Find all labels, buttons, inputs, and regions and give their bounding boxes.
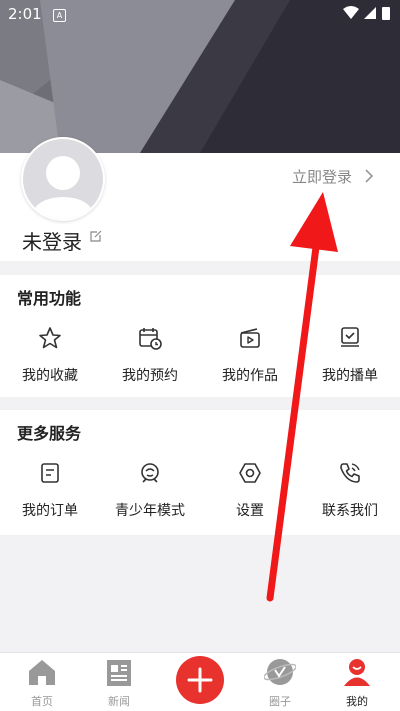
grid-item-label: 我的作品 [222, 368, 278, 384]
contact-us-item[interactable]: 联系我们 [300, 460, 400, 520]
signal-icon [364, 7, 376, 19]
my-orders-item[interactable]: 我的订单 [0, 460, 100, 520]
star-icon [0, 325, 100, 351]
video-clip-icon [200, 325, 300, 351]
grid-item-label: 我的预约 [122, 368, 178, 384]
common-functions-section: 常用功能 我的收藏 我的预约 我的作品 我的播单 [0, 275, 400, 397]
tab-mine[interactable]: 我的 [327, 657, 387, 709]
section-title: 更多服务 [17, 424, 82, 443]
settings-item[interactable]: 设置 [200, 460, 300, 520]
tab-label: 圈子 [269, 695, 291, 708]
grid-item-label: 联系我们 [322, 503, 378, 519]
system-icons [342, 5, 392, 25]
wifi-icon [343, 6, 359, 19]
order-icon [0, 460, 100, 486]
profile-icon [344, 659, 370, 686]
default-avatar-icon [23, 139, 103, 219]
tab-home[interactable]: 首页 [12, 657, 72, 709]
grid-item-label: 设置 [236, 503, 264, 519]
status-time: 2:01 [8, 5, 42, 23]
login-status-name[interactable]: 未登录 [22, 226, 82, 255]
tab-news[interactable]: 新闻 [89, 657, 149, 709]
playlist-icon [300, 325, 400, 351]
chevron-right-icon[interactable] [364, 168, 374, 188]
tab-label: 我的 [346, 695, 368, 708]
my-works-item[interactable]: 我的作品 [200, 325, 300, 385]
grid-item-label: 我的播单 [322, 368, 378, 384]
tab-label: 新闻 [108, 695, 130, 708]
section-title: 常用功能 [17, 289, 82, 308]
login-link[interactable]: 立即登录 [292, 166, 352, 187]
tab-label: 首页 [31, 695, 53, 708]
home-icon [29, 660, 55, 685]
news-icon [107, 660, 131, 686]
youth-mode-item[interactable]: 青少年模式 [100, 460, 200, 520]
battery-icon [382, 7, 390, 20]
calendar-clock-icon [100, 325, 200, 351]
add-button[interactable] [176, 656, 224, 704]
my-playlist-item[interactable]: 我的播单 [300, 325, 400, 385]
my-favorites-item[interactable]: 我的收藏 [0, 325, 100, 385]
plus-icon [187, 667, 213, 693]
edit-icon[interactable] [89, 228, 103, 247]
phone-icon [300, 460, 400, 486]
settings-icon [200, 460, 300, 486]
grid-item-label: 青少年模式 [115, 503, 185, 519]
grid-item-label: 我的订单 [22, 503, 78, 519]
more-services-section: 更多服务 我的订单 青少年模式 设置 联系我们 [0, 410, 400, 535]
status-bar: 2:01 A [0, 0, 400, 28]
youth-icon [100, 460, 200, 486]
tab-circle[interactable]: 圈子 [250, 657, 310, 709]
my-reservations-item[interactable]: 我的预约 [100, 325, 200, 385]
grid-item-label: 我的收藏 [22, 368, 78, 384]
circle-planet-icon [263, 659, 297, 685]
notification-icon: A [53, 9, 66, 22]
avatar[interactable] [21, 137, 105, 221]
